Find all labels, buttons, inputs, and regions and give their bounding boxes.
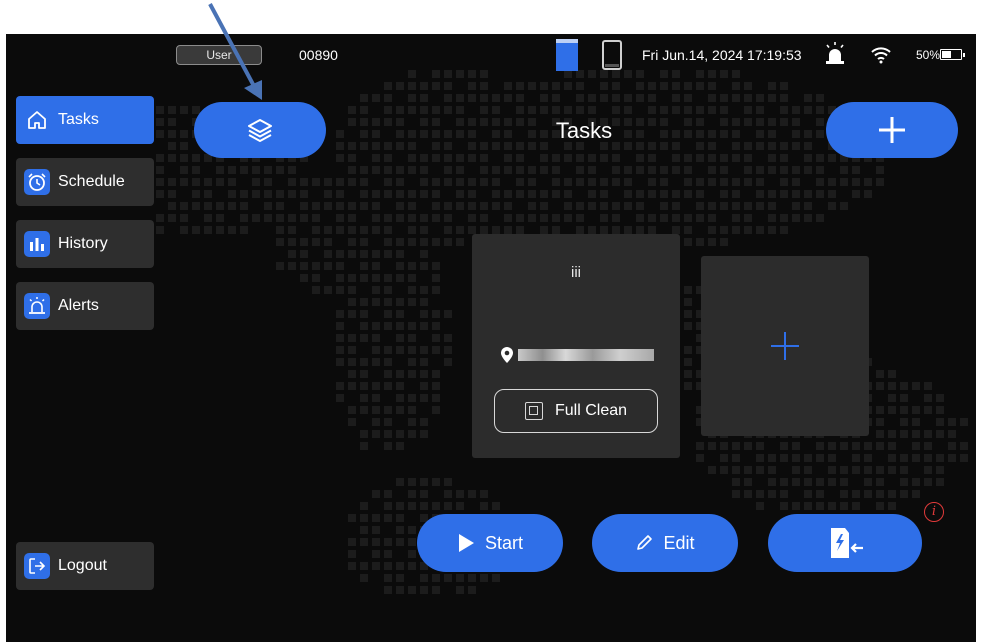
- page-title: Tasks: [555, 118, 613, 143]
- plus-icon: [771, 332, 799, 360]
- task-title: iii: [571, 264, 581, 281]
- layers-icon: [248, 119, 272, 142]
- add-task-button[interactable]: [826, 102, 958, 158]
- layers-button[interactable]: [194, 102, 326, 158]
- alarm-clock-icon: [24, 169, 50, 195]
- info-alert-icon[interactable]: i: [924, 502, 944, 522]
- sidebar-item-label: History: [58, 235, 108, 252]
- sidebar-item-label: Alerts: [58, 297, 99, 314]
- sidebar-item-label: Tasks: [58, 111, 99, 128]
- sidebar-item-tasks[interactable]: Tasks: [16, 96, 154, 144]
- siren-icon: [24, 293, 50, 319]
- user-role-chip[interactable]: User: [176, 45, 262, 65]
- wifi-icon: [871, 47, 891, 64]
- plus-icon: [879, 117, 905, 143]
- location-pin-icon: [501, 347, 513, 363]
- pencil-icon: [637, 535, 653, 550]
- sidebar-item-history[interactable]: History: [16, 220, 154, 268]
- sidebar-item-alerts[interactable]: Alerts: [16, 282, 154, 330]
- battery-level: [942, 51, 951, 58]
- edit-label: Edit: [663, 532, 695, 553]
- home-icon: [24, 107, 50, 133]
- mode-label: Full Clean: [554, 402, 628, 419]
- bar-chart-icon: [24, 231, 50, 257]
- logout-button[interactable]: Logout: [16, 542, 154, 590]
- logout-icon: [24, 553, 50, 579]
- edit-button[interactable]: Edit: [592, 514, 738, 572]
- clean-mode-icon: [524, 402, 543, 420]
- start-label: Start: [484, 532, 523, 553]
- battery-icon: [940, 49, 965, 60]
- full-clean-mode-button[interactable]: Full Clean: [494, 389, 658, 433]
- datetime: Fri Jun.14, 2024 17:19:53: [642, 47, 802, 63]
- app-screen: User 00890 Fri Jun.14, 2024 17:19:53 50%…: [6, 34, 976, 642]
- charging-dock-icon: [831, 528, 863, 558]
- task-card[interactable]: iii Full Clean: [472, 234, 680, 458]
- logout-label: Logout: [58, 557, 107, 574]
- user-id: 00890: [299, 47, 338, 63]
- battery-percent: 50%: [916, 48, 941, 62]
- start-button[interactable]: Start: [417, 514, 563, 572]
- return-to-dock-button[interactable]: [768, 514, 922, 572]
- siren-icon: [826, 42, 844, 64]
- tablet-icon: [602, 40, 622, 70]
- robot-status-icon: [556, 39, 578, 71]
- task-location-redacted: [518, 349, 654, 361]
- play-icon: [458, 534, 474, 552]
- sidebar-item-label: Schedule: [58, 173, 125, 190]
- sidebar-item-schedule[interactable]: Schedule: [16, 158, 154, 206]
- add-task-card[interactable]: [701, 256, 869, 436]
